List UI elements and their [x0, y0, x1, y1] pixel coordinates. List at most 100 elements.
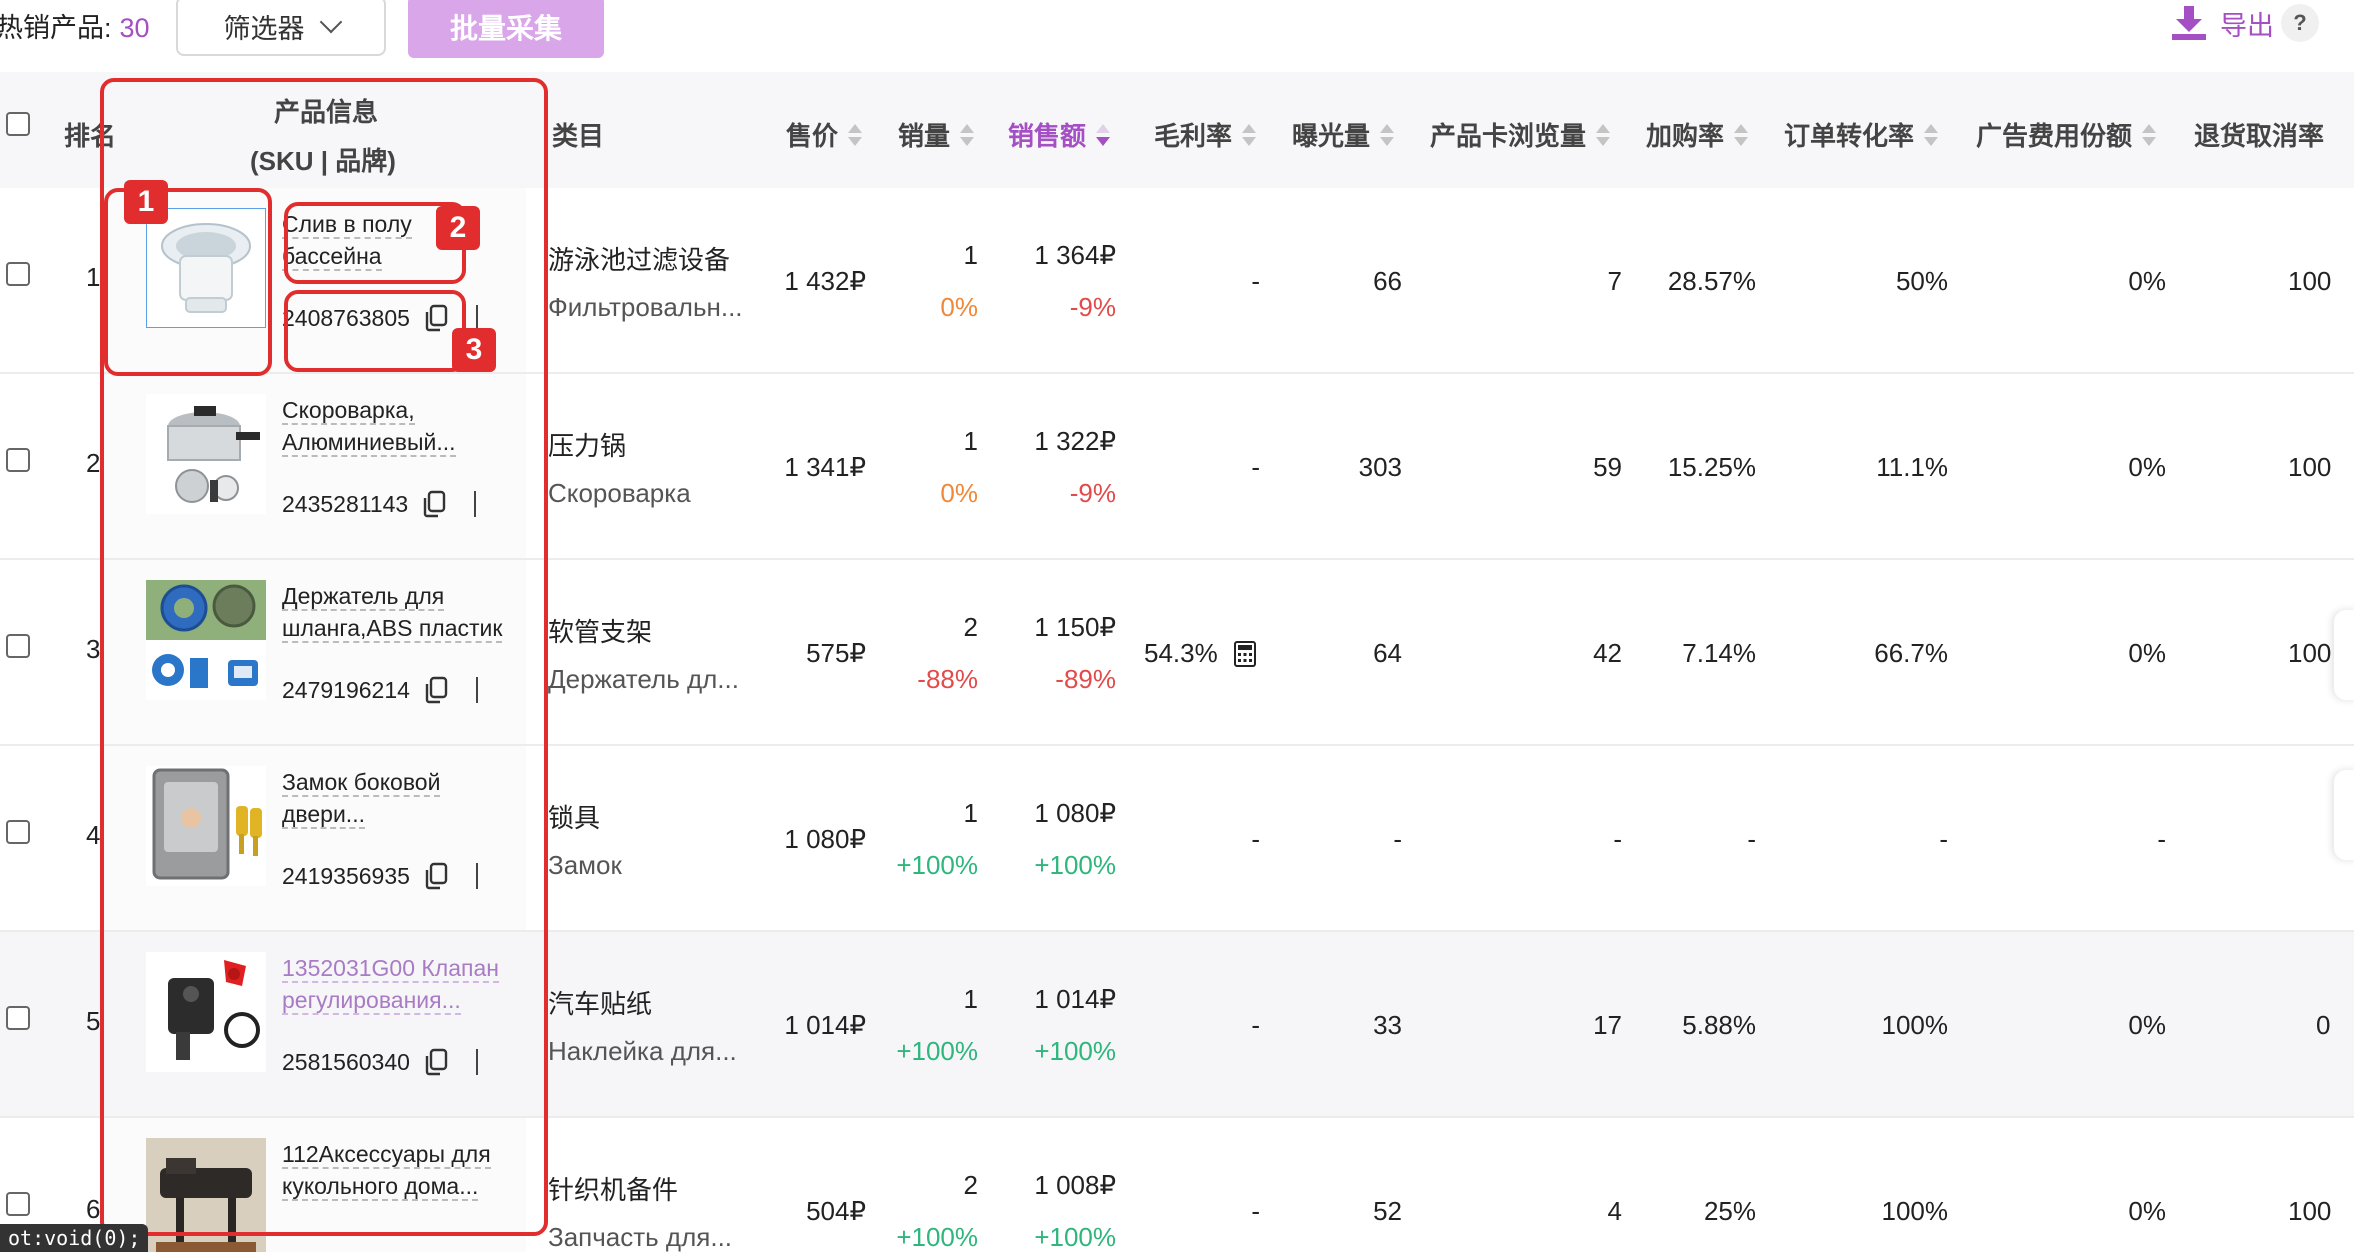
- sort-icon: [848, 123, 863, 146]
- header-return-rate: 退货取消率: [2194, 121, 2325, 151]
- header-conversion-label: 订单转化率: [1784, 121, 1915, 151]
- rank: 3: [86, 634, 101, 664]
- header-price[interactable]: 售价: [786, 116, 863, 153]
- header-price-label: 售价: [786, 121, 839, 151]
- exposure: 52: [1373, 1196, 1402, 1226]
- header-sales[interactable]: 销售额: [1008, 116, 1111, 153]
- filter-dropdown[interactable]: 筛选器: [176, 0, 386, 56]
- margin: -: [1251, 266, 1260, 296]
- sales: 1 322₽: [1034, 426, 1116, 456]
- margin: -: [1251, 452, 1260, 482]
- ad-share: 0%: [2128, 1010, 2166, 1040]
- volume: 1: [963, 798, 978, 828]
- sales: 1 150₽: [1034, 612, 1116, 642]
- conversion-rate: 100%: [1881, 1196, 1949, 1226]
- sales-change: +100%: [1034, 1222, 1116, 1252]
- sales: 1 008₽: [1034, 1170, 1116, 1200]
- header-ad-share[interactable]: 广告费用份额: [1976, 116, 2157, 153]
- side-panel-tab[interactable]: [2334, 610, 2354, 700]
- header-exposure-label: 曝光量: [1292, 121, 1371, 151]
- row-checkbox[interactable]: [6, 262, 30, 286]
- annotation-badge-2: 2: [436, 206, 480, 250]
- category-cn: 针织机备件: [548, 1175, 679, 1205]
- header-volume[interactable]: 销量: [898, 116, 975, 153]
- add-cart-rate: 28.57%: [1667, 266, 1756, 296]
- volume: 1: [963, 426, 978, 456]
- filter-label: 筛选器: [223, 13, 305, 44]
- header-conversion[interactable]: 订单转化率: [1784, 116, 1939, 153]
- volume-change: +100%: [896, 850, 978, 880]
- category-cn: 游泳池过滤设备: [548, 245, 731, 275]
- ad-share: -: [2157, 824, 2166, 854]
- calculator-icon[interactable]: [1233, 640, 1256, 667]
- export-button[interactable]: 导出: [2170, 4, 2274, 43]
- card-views: 17: [1593, 1010, 1622, 1040]
- card-views: 42: [1593, 638, 1622, 668]
- sales: 1 080₽: [1034, 798, 1116, 828]
- row-checkbox[interactable]: [6, 1006, 30, 1030]
- category-cn: 软管支架: [548, 617, 653, 647]
- volume-change: 0%: [940, 292, 978, 322]
- annotation-badge-3: 3: [452, 328, 496, 372]
- card-views: 7: [1607, 266, 1622, 296]
- row-checkbox[interactable]: [6, 820, 30, 844]
- header-card-views-label: 产品卡浏览量: [1430, 121, 1587, 151]
- exposure: 66: [1373, 266, 1402, 296]
- card-views: 4: [1607, 1196, 1622, 1226]
- conversion-rate: 66.7%: [1874, 638, 1948, 668]
- price: 1 080₽: [784, 824, 866, 854]
- batch-collect-button[interactable]: 批量采集: [408, 0, 604, 58]
- price: 1 014₽: [784, 1010, 866, 1040]
- sort-icon: [1380, 123, 1395, 146]
- margin: -: [1251, 1010, 1260, 1040]
- card-views: 59: [1593, 452, 1622, 482]
- card-views: -: [1613, 824, 1622, 854]
- category-ru: Держатель дл...: [548, 664, 739, 694]
- sort-icon: [2142, 123, 2157, 146]
- help-icon[interactable]: ?: [2281, 4, 2319, 42]
- price: 1 432₽: [784, 266, 866, 296]
- price: 504₽: [806, 1196, 866, 1226]
- row-checkbox[interactable]: [6, 634, 30, 658]
- header-ad-share-label: 广告费用份额: [1976, 121, 2133, 151]
- row-checkbox[interactable]: [6, 1192, 30, 1216]
- return-rate: 100: [2288, 638, 2332, 668]
- conversion-rate: 50%: [1895, 266, 1948, 296]
- row-checkbox[interactable]: [6, 448, 30, 472]
- annotation-sku-box: [284, 290, 466, 372]
- header-add-cart[interactable]: 加购率: [1646, 116, 1749, 153]
- rank: 1: [86, 262, 101, 292]
- conversion-rate: -: [1939, 824, 1948, 854]
- download-icon: [2172, 5, 2206, 40]
- conversion-rate: 11.1%: [1876, 452, 1948, 482]
- category-cn: 压力锅: [548, 431, 627, 461]
- sort-icon: [1596, 123, 1611, 146]
- exposure: 303: [1358, 452, 1402, 482]
- add-cart-rate: 5.88%: [1682, 1010, 1756, 1040]
- volume-change: +100%: [896, 1036, 978, 1066]
- status-bar-link-preview: ot:void(0);: [0, 1224, 149, 1252]
- header-exposure[interactable]: 曝光量: [1292, 116, 1395, 153]
- side-panel-tab[interactable]: [2334, 770, 2354, 860]
- category-cn: 锁具: [548, 803, 601, 833]
- category-ru: Наклейка для...: [548, 1036, 737, 1066]
- category-ru: Запчасть для...: [548, 1222, 733, 1252]
- sales-change: -9%: [1069, 292, 1116, 322]
- price: 1 341₽: [784, 452, 866, 482]
- category-ru: Скороварка: [548, 478, 691, 508]
- chevron-down-icon: [319, 10, 342, 34]
- sales: 1 014₽: [1034, 984, 1116, 1014]
- category-ru: Фильтровальн...: [548, 292, 743, 322]
- add-cart-rate: 25%: [1703, 1196, 1756, 1226]
- header-margin[interactable]: 毛利率: [1154, 116, 1257, 153]
- header-card-views[interactable]: 产品卡浏览量: [1430, 116, 1611, 153]
- exposure: 33: [1373, 1010, 1402, 1040]
- ad-share: 0%: [2128, 266, 2166, 296]
- sort-icon: [1734, 123, 1749, 146]
- hot-products-number: 30: [119, 13, 150, 43]
- price: 575₽: [806, 638, 866, 668]
- rank: 5: [86, 1006, 101, 1036]
- select-all-checkbox[interactable]: [6, 112, 30, 136]
- export-label: 导出: [2220, 11, 2274, 41]
- rank: 2: [86, 448, 101, 478]
